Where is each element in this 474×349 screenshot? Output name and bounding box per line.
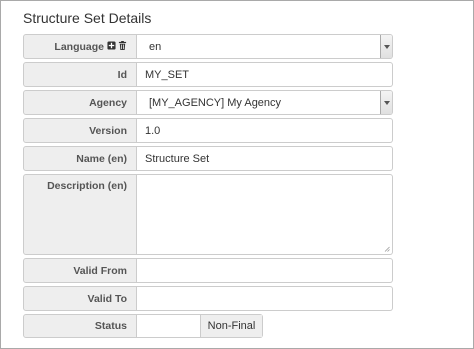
- page-title: Structure Set Details: [23, 10, 152, 26]
- agency-label: Agency: [23, 90, 137, 115]
- version-label: Version: [23, 118, 137, 143]
- agency-dropdown-button[interactable]: [380, 91, 392, 114]
- caret-down-icon: [383, 44, 390, 49]
- version-input-value: 1.0: [145, 124, 161, 137]
- valid-to-label-text: Valid To: [87, 292, 127, 305]
- language-label: Language: [23, 34, 137, 59]
- id-input-value: MY_SET: [145, 68, 190, 81]
- valid-from-label-text: Valid From: [73, 264, 127, 277]
- agency-select[interactable]: [MY_AGENCY] My Agency: [137, 90, 393, 115]
- status-toggle[interactable]: Non-Final: [137, 314, 263, 338]
- agency-label-text: Agency: [89, 96, 127, 109]
- valid-from-label: Valid From: [23, 258, 137, 283]
- name-label-text: Name (en): [76, 152, 127, 165]
- name-label: Name (en): [23, 146, 137, 171]
- version-input[interactable]: 1.0: [137, 118, 393, 143]
- name-input[interactable]: Structure Set: [137, 146, 393, 171]
- version-label-text: Version: [89, 124, 127, 137]
- agency-select-value: [MY_AGENCY] My Agency: [149, 96, 282, 109]
- description-label: Description (en): [23, 174, 137, 255]
- language-select[interactable]: en: [137, 34, 393, 59]
- valid-to-label: Valid To: [23, 286, 137, 311]
- language-dropdown-button[interactable]: [380, 35, 392, 58]
- status-label: Status: [23, 314, 137, 338]
- description-textarea[interactable]: [137, 174, 393, 255]
- caret-down-icon: [383, 100, 390, 105]
- name-input-value: Structure Set: [145, 152, 210, 165]
- id-label: Id: [23, 62, 137, 87]
- id-input[interactable]: MY_SET: [137, 62, 393, 87]
- plus-square-icon[interactable]: [107, 41, 116, 50]
- description-label-text: Description (en): [47, 180, 127, 192]
- status-value: Non-Final: [200, 315, 262, 337]
- trash-icon[interactable]: [118, 41, 127, 50]
- resize-handle-icon[interactable]: [384, 246, 390, 252]
- language-label-text: Language: [54, 40, 104, 53]
- language-select-value: en: [149, 40, 162, 53]
- status-checkbox-area[interactable]: [137, 315, 200, 337]
- valid-from-input[interactable]: [137, 258, 393, 283]
- status-label-text: Status: [94, 320, 127, 332]
- valid-to-input[interactable]: [137, 286, 393, 311]
- id-label-text: Id: [117, 68, 127, 81]
